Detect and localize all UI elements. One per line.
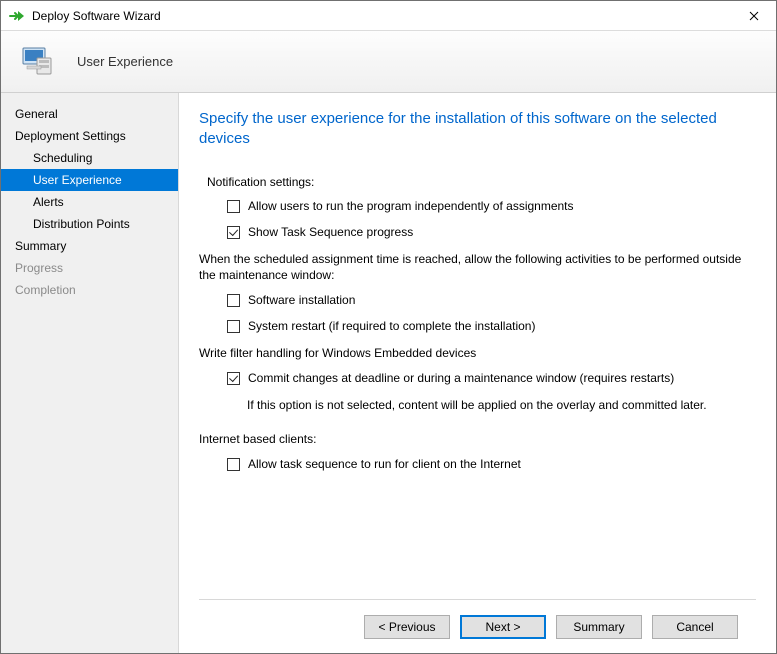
nav-completion: Completion	[1, 279, 178, 301]
nav-deployment-settings[interactable]: Deployment Settings	[1, 125, 178, 147]
close-button[interactable]	[731, 1, 776, 30]
system-restart-checkbox[interactable]	[227, 320, 240, 333]
system-restart-row[interactable]: System restart (if required to complete …	[227, 319, 756, 333]
nav-general[interactable]: General	[1, 103, 178, 125]
sidebar: General Deployment Settings Scheduling U…	[1, 93, 179, 653]
app-arrow-icon	[9, 8, 25, 24]
summary-button[interactable]: Summary	[556, 615, 642, 639]
computer-icon	[17, 42, 57, 82]
nav-alerts[interactable]: Alerts	[1, 191, 178, 213]
embedded-label: Write filter handling for Windows Embedd…	[199, 345, 756, 361]
allow-run-checkbox[interactable]	[227, 200, 240, 213]
nav-distribution-points[interactable]: Distribution Points	[1, 213, 178, 235]
software-install-checkbox[interactable]	[227, 294, 240, 307]
footer: < Previous Next > Summary Cancel	[199, 599, 756, 653]
nav-user-experience[interactable]: User Experience	[1, 169, 178, 191]
header-title: User Experience	[77, 54, 173, 69]
notification-settings-label: Notification settings:	[207, 175, 756, 189]
show-progress-row[interactable]: Show Task Sequence progress	[227, 225, 756, 239]
maintenance-desc: When the scheduled assignment time is re…	[199, 251, 756, 283]
close-icon	[749, 11, 759, 21]
titlebar: Deploy Software Wizard	[1, 1, 776, 31]
header-band: User Experience	[1, 31, 776, 93]
main-panel: Specify the user experience for the inst…	[179, 93, 776, 653]
allow-run-label: Allow users to run the program independe…	[248, 199, 574, 213]
internet-checkbox[interactable]	[227, 458, 240, 471]
nav-summary[interactable]: Summary	[1, 235, 178, 257]
show-progress-label: Show Task Sequence progress	[248, 225, 413, 239]
allow-run-row[interactable]: Allow users to run the program independe…	[227, 199, 756, 213]
software-install-label: Software installation	[248, 293, 355, 307]
internet-cb-label: Allow task sequence to run for client on…	[248, 457, 521, 471]
commit-label: Commit changes at deadline or during a m…	[248, 371, 674, 385]
wizard-body: General Deployment Settings Scheduling U…	[1, 93, 776, 653]
software-install-row[interactable]: Software installation	[227, 293, 756, 307]
cancel-button[interactable]: Cancel	[652, 615, 738, 639]
page-heading: Specify the user experience for the inst…	[199, 109, 756, 149]
commit-row[interactable]: Commit changes at deadline or during a m…	[227, 371, 756, 385]
commit-checkbox[interactable]	[227, 372, 240, 385]
nav-scheduling[interactable]: Scheduling	[1, 147, 178, 169]
system-restart-label: System restart (if required to complete …	[248, 319, 535, 333]
wizard-window: Deploy Software Wizard User Experience G…	[0, 0, 777, 654]
previous-button[interactable]: < Previous	[364, 615, 450, 639]
window-title: Deploy Software Wizard	[32, 9, 161, 23]
internet-label: Internet based clients:	[199, 431, 756, 447]
content-area: Specify the user experience for the inst…	[199, 109, 756, 599]
nav-progress: Progress	[1, 257, 178, 279]
internet-row[interactable]: Allow task sequence to run for client on…	[227, 457, 756, 471]
show-progress-checkbox[interactable]	[227, 226, 240, 239]
next-button[interactable]: Next >	[460, 615, 546, 639]
commit-hint: If this option is not selected, content …	[247, 397, 756, 413]
